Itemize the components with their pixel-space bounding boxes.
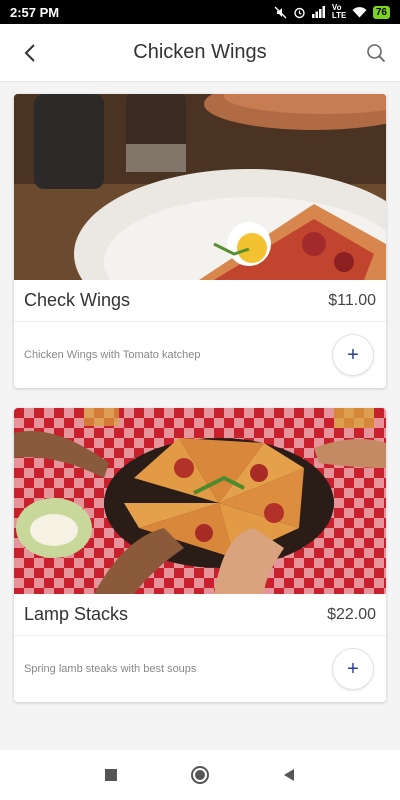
- item-price: $11.00: [328, 291, 376, 309]
- home-circle-icon[interactable]: [190, 765, 210, 785]
- menu-list: Check Wings $11.00 Chicken Wings with To…: [0, 82, 400, 750]
- back-triangle-icon[interactable]: [282, 768, 296, 782]
- recents-square-icon[interactable]: [104, 768, 118, 782]
- alarm-icon: [294, 7, 305, 18]
- app-header: Chicken Wings: [0, 24, 400, 82]
- item-description: Spring lamb steaks with best soups: [24, 663, 197, 675]
- item-title-row: Lamp Stacks $22.00: [14, 594, 386, 636]
- plus-icon: +: [347, 658, 359, 680]
- back-arrow-icon[interactable]: [18, 41, 42, 65]
- pizza-plate-photo: [14, 94, 386, 280]
- plus-icon: +: [347, 344, 359, 366]
- menu-item-card[interactable]: Check Wings $11.00 Chicken Wings with To…: [14, 94, 386, 388]
- item-desc-row: Chicken Wings with Tomato katchep +: [14, 322, 386, 388]
- search-icon[interactable]: [364, 41, 388, 65]
- status-bar: 2:57 PM Vo LTE 76: [0, 0, 400, 24]
- status-time: 2:57 PM: [10, 4, 60, 20]
- page-title: Chicken Wings: [133, 41, 267, 63]
- add-to-cart-button[interactable]: +: [332, 334, 374, 376]
- menu-item-card[interactable]: Lamp Stacks $22.00 Spring lamb steaks wi…: [14, 408, 386, 702]
- battery-icon: 76: [372, 5, 390, 19]
- item-price: $22.00: [327, 605, 376, 623]
- item-description: Chicken Wings with Tomato katchep: [24, 349, 201, 361]
- wifi-icon: [352, 7, 367, 18]
- mute-icon: [274, 6, 287, 18]
- signal-icon: [311, 6, 325, 18]
- item-desc-row: Spring lamb steaks with best soups +: [14, 636, 386, 702]
- status-icons: Vo LTE 76: [274, 4, 390, 20]
- pizza-sharing-photo: [14, 408, 386, 594]
- item-title-row: Check Wings $11.00: [14, 280, 386, 322]
- item-name: Lamp Stacks: [24, 604, 129, 624]
- volte-icon: Vo LTE: [331, 3, 347, 20]
- item-name: Check Wings: [24, 290, 131, 310]
- system-nav-bar: [0, 750, 400, 800]
- add-to-cart-button[interactable]: +: [332, 648, 374, 690]
